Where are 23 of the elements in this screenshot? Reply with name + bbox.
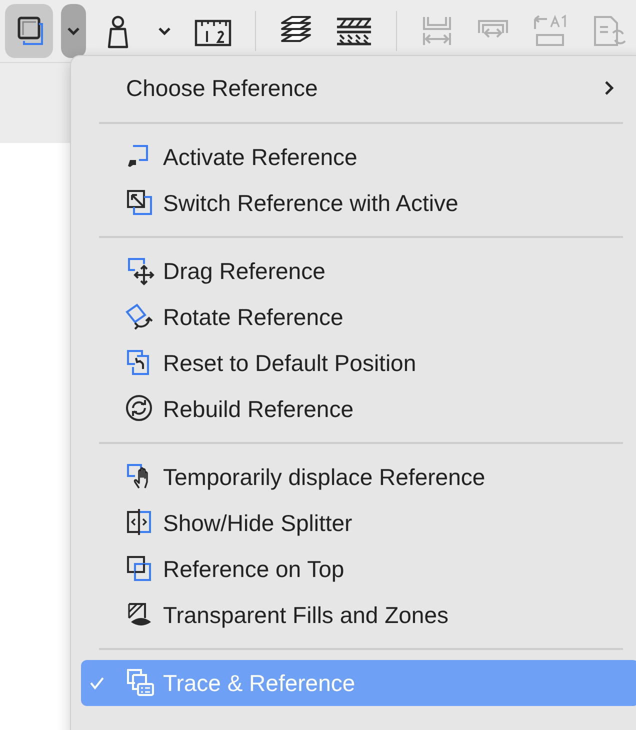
- caret-icon: [158, 26, 171, 36]
- refresh-icon: [125, 394, 155, 424]
- toolbar-button[interactable]: [5, 4, 53, 58]
- menu-item[interactable]: Show/Hide Splitter: [81, 500, 636, 546]
- menu-item[interactable]: Transparent Fills and Zones: [81, 592, 636, 638]
- menu-item[interactable]: Activate Reference: [81, 134, 636, 180]
- menu-item[interactable]: Rotate Reference: [81, 294, 636, 340]
- menu-item[interactable]: Reference on Top: [81, 546, 636, 592]
- document-icon: [591, 13, 627, 49]
- swap-icon: [125, 188, 155, 218]
- menu-item[interactable]: Choose Reference: [81, 64, 636, 112]
- caret-icon: [67, 26, 80, 36]
- menu-item[interactable]: Switch Reference with Active: [81, 180, 636, 226]
- menu-item[interactable]: Temporarily displace Reference: [81, 454, 636, 500]
- checkmark-icon: [89, 676, 105, 690]
- menu-item[interactable]: Rebuild Reference: [81, 386, 636, 432]
- rotate-icon: [125, 302, 155, 332]
- menu-item[interactable]: Drag Reference: [81, 248, 636, 294]
- trace-icon: [125, 668, 155, 698]
- dropdown-button[interactable]: [61, 4, 86, 58]
- chevron-right-icon: [603, 79, 615, 97]
- menu-item[interactable]: Reset to Default Position: [81, 340, 636, 386]
- move-icon: [125, 256, 155, 286]
